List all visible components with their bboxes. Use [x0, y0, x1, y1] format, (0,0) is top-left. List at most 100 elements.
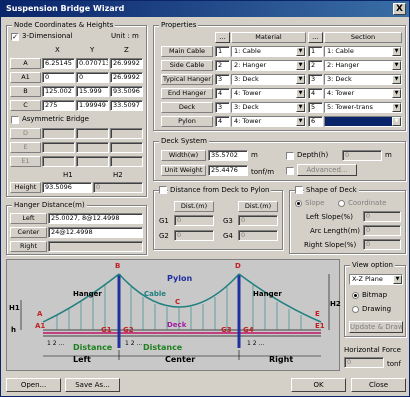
width-input[interactable]: 35.5702	[208, 150, 248, 161]
depth-input[interactable]: 0	[342, 150, 382, 161]
e-z-input[interactable]	[110, 142, 143, 153]
a-z-input[interactable]: 26.9992	[110, 58, 143, 69]
e-x-input[interactable]	[42, 142, 75, 153]
material-number-input[interactable]: 3	[215, 102, 230, 113]
section-select[interactable]: 4: Tower ▼	[324, 88, 402, 99]
height-h2-input[interactable]: 0	[93, 182, 143, 193]
a1-y-input[interactable]: 0	[76, 72, 109, 83]
g4-input[interactable]: 0	[238, 230, 278, 241]
right-distance-input[interactable]	[48, 241, 143, 252]
section-number-input[interactable]: 4	[308, 88, 323, 99]
ok-button[interactable]: OK	[291, 378, 346, 392]
section-number-input[interactable]: 2	[308, 60, 323, 71]
d-x-input[interactable]	[42, 128, 75, 139]
d-z-input[interactable]	[110, 128, 143, 139]
e-y-input[interactable]	[76, 142, 109, 153]
deck-label: Deck	[167, 321, 187, 329]
drawing-radio[interactable]	[352, 306, 359, 313]
slope-radio[interactable]	[295, 200, 302, 207]
deck-pylon-checkbox[interactable]	[159, 186, 167, 194]
material-select[interactable]: 1: Cable ▼	[231, 46, 306, 57]
depth-checkbox[interactable]	[286, 152, 294, 160]
material-number-input[interactable]: 1	[215, 46, 230, 57]
chevron-down-icon[interactable]: ▼	[296, 103, 305, 112]
chevron-down-icon[interactable]: ▼	[392, 47, 401, 56]
c-z-input[interactable]: 33.5097	[110, 100, 143, 111]
chevron-down-icon[interactable]: ▼	[392, 61, 401, 70]
horizontal-force-input[interactable]: 0	[344, 357, 384, 368]
material-select[interactable]: 3: Deck ▼	[231, 102, 306, 113]
chevron-down-icon[interactable]: ▼	[392, 75, 401, 84]
chevron-down-icon[interactable]: ▼	[296, 117, 305, 126]
section-number-input[interactable]: 3	[308, 74, 323, 85]
coordinate-radio[interactable]	[338, 200, 345, 207]
material-number-input[interactable]: 2	[215, 60, 230, 71]
b-y-input[interactable]: 15.999	[76, 86, 109, 97]
section-select[interactable]: 5: Tower-trans ▼	[324, 102, 402, 113]
g1-input[interactable]: 0	[174, 215, 214, 226]
a1-z-input[interactable]: 26.9992	[110, 72, 143, 83]
advanced-button[interactable]: Advanced...	[297, 164, 357, 176]
advanced-checkbox[interactable]	[286, 167, 294, 175]
arc-length-input[interactable]: 0	[363, 225, 401, 236]
three-dim-checkbox[interactable]: ✓	[11, 33, 19, 41]
right-label: Right	[10, 241, 47, 252]
section-select[interactable]: 2: Hanger ▼	[324, 60, 402, 71]
window-title: Suspension Bridge Wizard	[6, 4, 125, 13]
plane-select[interactable]: X-Z Plane ▼	[349, 274, 403, 285]
asymmetric-label: Asymmetric Bridge	[22, 115, 89, 123]
e1-x-input[interactable]	[42, 156, 75, 167]
right-slope-input[interactable]: 0	[363, 239, 401, 250]
slope-label: Slope	[305, 199, 325, 207]
material-select[interactable]: 4: Tower ▼	[231, 88, 306, 99]
a1-x-input[interactable]: 0	[42, 72, 75, 83]
material-number-input[interactable]: 4	[215, 116, 230, 127]
open-button[interactable]: Open...	[6, 378, 61, 392]
bitmap-radio[interactable]	[352, 292, 359, 299]
chevron-down-icon[interactable]: ▼	[392, 89, 401, 98]
material-select[interactable]: 2: Hanger ▼	[231, 60, 306, 71]
chevron-down-icon[interactable]: ▼	[296, 47, 305, 56]
chevron-down-icon[interactable]: ▼	[393, 275, 402, 284]
material-select[interactable]: 3: Deck ▼	[231, 74, 306, 85]
shape-checkbox[interactable]	[295, 186, 303, 194]
height-h1-input[interactable]: 93.5096	[42, 182, 92, 193]
section-number-input[interactable]: 5	[308, 102, 323, 113]
material-number-input[interactable]: 3	[215, 74, 230, 85]
section-select[interactable]: 3: Deck ▼	[324, 74, 402, 85]
property-row-label: Side Cable	[161, 60, 213, 71]
section-number-input[interactable]: 6	[308, 116, 323, 127]
chevron-down-icon[interactable]: ▼	[296, 89, 305, 98]
section-browse-button[interactable]: ...	[308, 32, 323, 43]
material-browse-button[interactable]: ...	[215, 32, 230, 43]
c-x-input[interactable]: 275	[42, 100, 75, 111]
b-x-input[interactable]: 125.002	[42, 86, 75, 97]
a-x-input[interactable]: 6.25145	[42, 58, 75, 69]
close-icon[interactable]: X	[393, 3, 406, 15]
unit-weight-input[interactable]: 25.4476	[208, 165, 248, 176]
update-draw-button[interactable]: Update & Draw	[349, 321, 403, 333]
chevron-down-icon[interactable]: ▼	[392, 117, 401, 126]
left-distance-input[interactable]: 25.0027, 8@12.4998	[48, 213, 143, 224]
center-distance-input[interactable]: 24@12.4998	[48, 227, 143, 238]
c-y-input[interactable]: 1.99949	[76, 100, 109, 111]
e1-y-input[interactable]	[76, 156, 109, 167]
a-y-input[interactable]: 0.0707136	[76, 58, 109, 69]
asymmetric-checkbox[interactable]	[11, 116, 19, 124]
chevron-down-icon[interactable]: ▼	[296, 61, 305, 70]
section-select[interactable]: ▼	[324, 116, 402, 127]
chevron-down-icon[interactable]: ▼	[392, 103, 401, 112]
save-as-button[interactable]: Save As...	[65, 378, 120, 392]
section-number-input[interactable]: 1	[308, 46, 323, 57]
g3-input[interactable]: 0	[238, 215, 278, 226]
material-select[interactable]: 4: Tower ▼	[231, 116, 306, 127]
section-select[interactable]: 1: Cable ▼	[324, 46, 402, 57]
chevron-down-icon[interactable]: ▼	[296, 75, 305, 84]
close-button[interactable]: Close	[351, 378, 406, 392]
g2-input[interactable]: 0	[174, 230, 214, 241]
b-z-input[interactable]: 93.5096	[110, 86, 143, 97]
e1-z-input[interactable]	[110, 156, 143, 167]
left-slope-input[interactable]: 0	[363, 211, 401, 222]
material-number-input[interactable]: 4	[215, 88, 230, 99]
d-y-input[interactable]	[76, 128, 109, 139]
